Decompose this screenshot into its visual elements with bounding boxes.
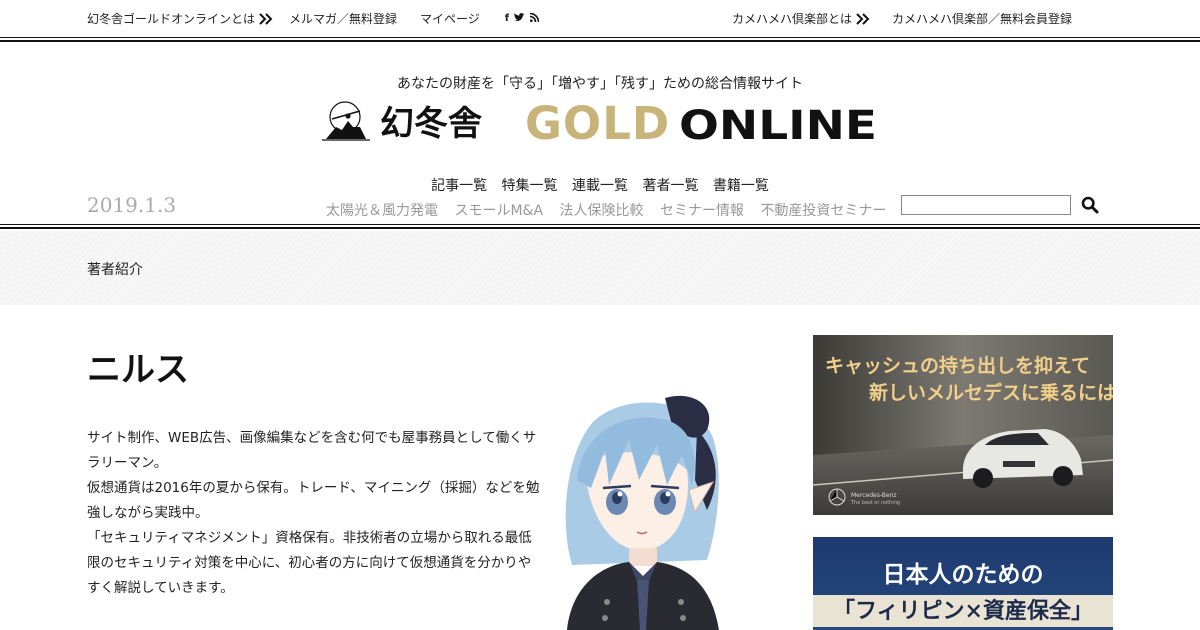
about-gold-online-link[interactable]: 幻冬舎ゴールドオンラインとは [87, 10, 255, 27]
bio-paragraph: 「セキュリティマネジメント」資格保有。非技術者の立場から取れる最低限のセキュリテ… [87, 530, 532, 596]
subnav-solar-wind[interactable]: 太陽光＆風力発電 [326, 203, 438, 219]
subnav-corporate-insurance[interactable]: 法人保険比較 [559, 203, 643, 219]
search-input[interactable] [901, 195, 1071, 215]
rss-icon[interactable] [530, 12, 540, 25]
nav-series[interactable]: 連載一覧 [572, 178, 628, 194]
social-links: f [505, 12, 540, 25]
kamehameha-club-about-link[interactable]: カメハメハ倶楽部とは [732, 10, 852, 27]
author-portrait [547, 390, 727, 630]
newsletter-link[interactable]: メルマガ／無料登録 [289, 10, 397, 27]
ad-headline-line1: キャッシュの持ち出しを抑えて [825, 355, 1091, 377]
breadcrumb: 著者紹介 [87, 262, 143, 278]
double-chevron-right-icon [259, 12, 273, 25]
site-logo[interactable]: 幻冬舎 GOLD ONLINE [322, 97, 878, 150]
subnav-small-ma[interactable]: スモールM&A [454, 203, 543, 219]
nav-articles[interactable]: 記事一覧 [431, 178, 487, 194]
nav-books[interactable]: 書籍一覧 [713, 178, 769, 194]
top-right-links: カメハメハ倶楽部とは カメハメハ倶楽部／無料会員登録 [732, 10, 1072, 27]
nav-features[interactable]: 特集一覧 [502, 178, 558, 194]
sub-navigation: 太陽光＆風力発電 スモールM&A 法人保険比較 セミナー情報 不動産投資セミナー [326, 200, 898, 220]
header-bottom-rule [0, 224, 1200, 229]
author-bio: サイト制作、WEB広告、画像編集などを含む何でも屋事務員として働くサラリーマン。… [87, 426, 542, 601]
breadcrumb-band: 著者紹介 [0, 231, 1200, 305]
top-left-links: 幻冬舎ゴールドオンラインとは メルマガ／無料登録 マイページ f [87, 10, 540, 27]
logo-japanese-text: 幻冬舎 [380, 104, 482, 144]
bio-paragraph: サイト制作、WEB広告、画像編集などを含む何でも屋事務員として働くサラリーマン。 [87, 430, 537, 471]
philippines-asset-ad-banner[interactable]: 日本人のための 「フィリピン×資産保全」 [813, 537, 1113, 630]
main-navigation: 記事一覧 特集一覧 連載一覧 著者一覧 書籍一覧 [0, 175, 1200, 195]
kamehameha-club-register-link[interactable]: カメハメハ倶楽部／無料会員登録 [892, 10, 1072, 27]
facebook-icon[interactable]: f [505, 13, 509, 24]
subnav-real-estate-seminar[interactable]: 不動産投資セミナー [760, 203, 886, 219]
ad-brand-tagline: The best or nothing [851, 500, 901, 506]
mypage-link[interactable]: マイページ [420, 10, 480, 27]
ad-brand-label: Mercedes-Benz [851, 492, 897, 499]
top-utility-bar: 幻冬舎ゴールドオンラインとは メルマガ／無料登録 マイページ f カメハメハ倶楽… [0, 0, 1200, 36]
ad-headline-line2: 新しいメルセデスに乗るには? [869, 382, 1113, 404]
current-date: 2019.1.3 [87, 193, 177, 217]
site-tagline: あなたの財産を「守る」「増やす」「残す」ための総合情報サイト [397, 76, 803, 92]
author-name: ニルス [87, 350, 189, 390]
bio-paragraph: 仮想通貨は2016年の夏から保有。トレード、マイニング（採掘）などを勉強しながら… [87, 480, 540, 521]
ad-headline-line2: 「フィリピン×資産保全」 [833, 598, 1093, 624]
subnav-seminar-info[interactable]: セミナー情報 [660, 203, 744, 219]
logo-gold-text: GOLD [525, 97, 670, 145]
logo-online-text: ONLINE [679, 103, 877, 145]
twitter-icon[interactable] [514, 12, 525, 25]
double-chevron-right-icon [856, 12, 870, 25]
header-top-rule [0, 37, 1200, 42]
mercedes-ad-banner[interactable]: キャッシュの持ち出しを抑えて 新しいメルセデスに乗るには? Mercedes-B… [813, 335, 1113, 515]
ad-headline-line1: 日本人のための [882, 561, 1044, 588]
search-icon[interactable] [1081, 196, 1099, 214]
nav-authors[interactable]: 著者一覧 [642, 178, 698, 194]
ninja-emblem-icon [322, 101, 370, 141]
